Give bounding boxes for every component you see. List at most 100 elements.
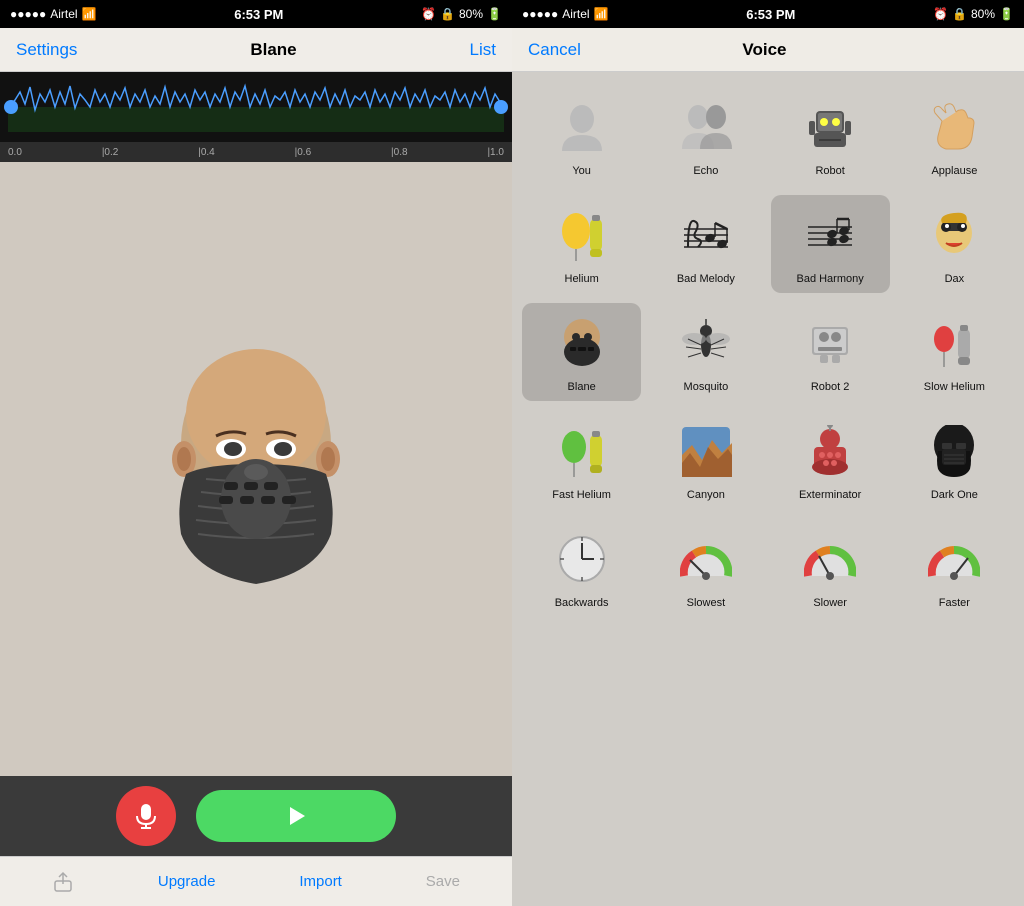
waveform-handle-left[interactable] — [4, 100, 18, 114]
voice-item-echo[interactable]: Echo — [646, 87, 765, 185]
battery-icon: 🔋 — [487, 7, 502, 21]
share-button[interactable] — [52, 871, 74, 893]
voice-item-robot[interactable]: Robot — [771, 87, 890, 185]
record-button[interactable] — [116, 786, 176, 846]
voice-item-slow-helium[interactable]: Slow Helium — [895, 303, 1014, 401]
left-status-carrier: ●●●●● Airtel 📶 — [10, 7, 97, 21]
upgrade-button[interactable]: Upgrade — [158, 873, 216, 890]
right-wifi-icon: 📶 — [594, 7, 609, 21]
voice-item-robot2[interactable]: Robot 2 — [771, 303, 890, 401]
signal-dots: ●●●●● — [10, 7, 46, 21]
voice-item-applause[interactable]: Applause — [895, 87, 1014, 185]
waveform-canvas[interactable] — [0, 72, 512, 142]
voice-icon-blane — [550, 311, 614, 375]
import-button[interactable]: Import — [299, 873, 342, 890]
save-button[interactable]: Save — [426, 873, 460, 890]
voice-item-bad-harmony[interactable]: Bad Harmony — [771, 195, 890, 293]
voice-item-mosquito[interactable]: Mosquito — [646, 303, 765, 401]
voice-icon-bad-melody — [674, 203, 738, 267]
left-status-bar: ●●●●● Airtel 📶 6:53 PM ⏰ 🔒 80% 🔋 — [0, 0, 512, 28]
voice-icon-bad-harmony — [798, 203, 862, 267]
voice-icon-backwards — [550, 527, 614, 591]
voice-icon-you — [550, 95, 614, 159]
voice-icon-exterminator — [798, 419, 862, 483]
ruler-02: |0.2 — [102, 147, 119, 158]
right-carrier-name: Airtel — [562, 7, 589, 21]
waveform-handle-right[interactable] — [494, 100, 508, 114]
bottom-controls — [0, 776, 512, 856]
voice-label-bad-harmony: Bad Harmony — [796, 273, 863, 285]
voice-label-blane: Blane — [568, 381, 596, 393]
ruler-labels: 0.0 |0.2 |0.4 |0.6 |0.8 |1.0 — [8, 147, 504, 158]
voice-item-canyon[interactable]: Canyon — [646, 411, 765, 509]
right-status-carrier: ●●●●● Airtel 📶 — [522, 7, 609, 21]
voice-item-you[interactable]: You — [522, 87, 641, 185]
left-panel: ●●●●● Airtel 📶 6:53 PM ⏰ 🔒 80% 🔋 Setting… — [0, 0, 512, 906]
voice-label-fast-helium: Fast Helium — [552, 489, 611, 501]
bottom-toolbar: Upgrade Import Save — [0, 856, 512, 906]
play-icon — [284, 804, 308, 828]
voice-icon-slow-helium — [922, 311, 986, 375]
right-status-bar: ●●●●● Airtel 📶 6:53 PM ⏰ 🔒 80% 🔋 — [512, 0, 1024, 28]
character-area — [0, 162, 512, 776]
orientation-icon: 🔒 — [440, 7, 455, 21]
voice-icon-robot — [798, 95, 862, 159]
right-nav-bar: Cancel Voice — [512, 28, 1024, 72]
voice-item-dark-one[interactable]: Dark One — [895, 411, 1014, 509]
voice-icon-applause — [922, 95, 986, 159]
right-status-time: 6:53 PM — [746, 7, 795, 22]
voice-icon-helium — [550, 203, 614, 267]
voice-icon-fast-helium — [550, 419, 614, 483]
voice-label-bad-melody: Bad Melody — [677, 273, 735, 285]
voice-label-slow-helium: Slow Helium — [924, 381, 985, 393]
left-nav-title: Blane — [250, 40, 296, 60]
voice-icon-canyon — [674, 419, 738, 483]
waveform-ruler: 0.0 |0.2 |0.4 |0.6 |0.8 |1.0 — [0, 142, 512, 162]
voice-item-bad-melody[interactable]: Bad Melody — [646, 195, 765, 293]
carrier-name: Airtel — [50, 7, 77, 21]
voice-icon-dark-one — [922, 419, 986, 483]
voice-item-faster[interactable]: Faster — [895, 519, 1014, 617]
voice-item-exterminator[interactable]: Exterminator — [771, 411, 890, 509]
voice-item-dax[interactable]: Dax — [895, 195, 1014, 293]
right-orientation-icon: 🔒 — [952, 7, 967, 21]
voice-icon-echo — [674, 95, 738, 159]
voice-icon-dax — [922, 203, 986, 267]
voice-label-echo: Echo — [693, 165, 718, 177]
voice-label-slower: Slower — [813, 597, 847, 609]
waveform-svg — [0, 72, 512, 142]
voice-icon-faster — [922, 527, 986, 591]
voice-item-slowest[interactable]: Slowest — [646, 519, 765, 617]
wifi-icon: 📶 — [82, 7, 97, 21]
list-button[interactable]: List — [470, 40, 496, 60]
ruler-10: |1.0 — [487, 147, 504, 158]
right-panel: ●●●●● Airtel 📶 6:53 PM ⏰ 🔒 80% 🔋 Cancel … — [512, 0, 1024, 906]
voice-label-you: You — [572, 165, 591, 177]
voice-label-backwards: Backwards — [555, 597, 609, 609]
right-alarm-icon: ⏰ — [933, 7, 948, 21]
voice-label-robot2: Robot 2 — [811, 381, 850, 393]
right-status-battery: ⏰ 🔒 80% 🔋 — [933, 7, 1014, 21]
waveform-area: 0.0 |0.2 |0.4 |0.6 |0.8 |1.0 — [0, 72, 512, 162]
cancel-button[interactable]: Cancel — [528, 40, 581, 60]
voice-icon-slowest — [674, 527, 738, 591]
voice-label-slowest: Slowest — [687, 597, 726, 609]
voice-item-slower[interactable]: Slower — [771, 519, 890, 617]
play-button[interactable] — [196, 790, 396, 842]
voice-icon-robot2 — [798, 311, 862, 375]
voice-item-backwards[interactable]: Backwards — [522, 519, 641, 617]
voice-label-exterminator: Exterminator — [799, 489, 861, 501]
voice-item-fast-helium[interactable]: Fast Helium — [522, 411, 641, 509]
settings-button[interactable]: Settings — [16, 40, 77, 60]
voice-label-dark-one: Dark One — [931, 489, 978, 501]
voice-icon-mosquito — [674, 311, 738, 375]
alarm-icon: ⏰ — [421, 7, 436, 21]
voice-grid: You Echo — [512, 72, 1024, 906]
voice-item-blane[interactable]: Blane — [522, 303, 641, 401]
ruler-0: 0.0 — [8, 147, 22, 158]
voice-label-robot: Robot — [815, 165, 844, 177]
left-nav-bar: Settings Blane List — [0, 28, 512, 72]
right-battery-pct: 80% — [971, 7, 995, 21]
voice-label-canyon: Canyon — [687, 489, 725, 501]
voice-item-helium[interactable]: Helium — [522, 195, 641, 293]
